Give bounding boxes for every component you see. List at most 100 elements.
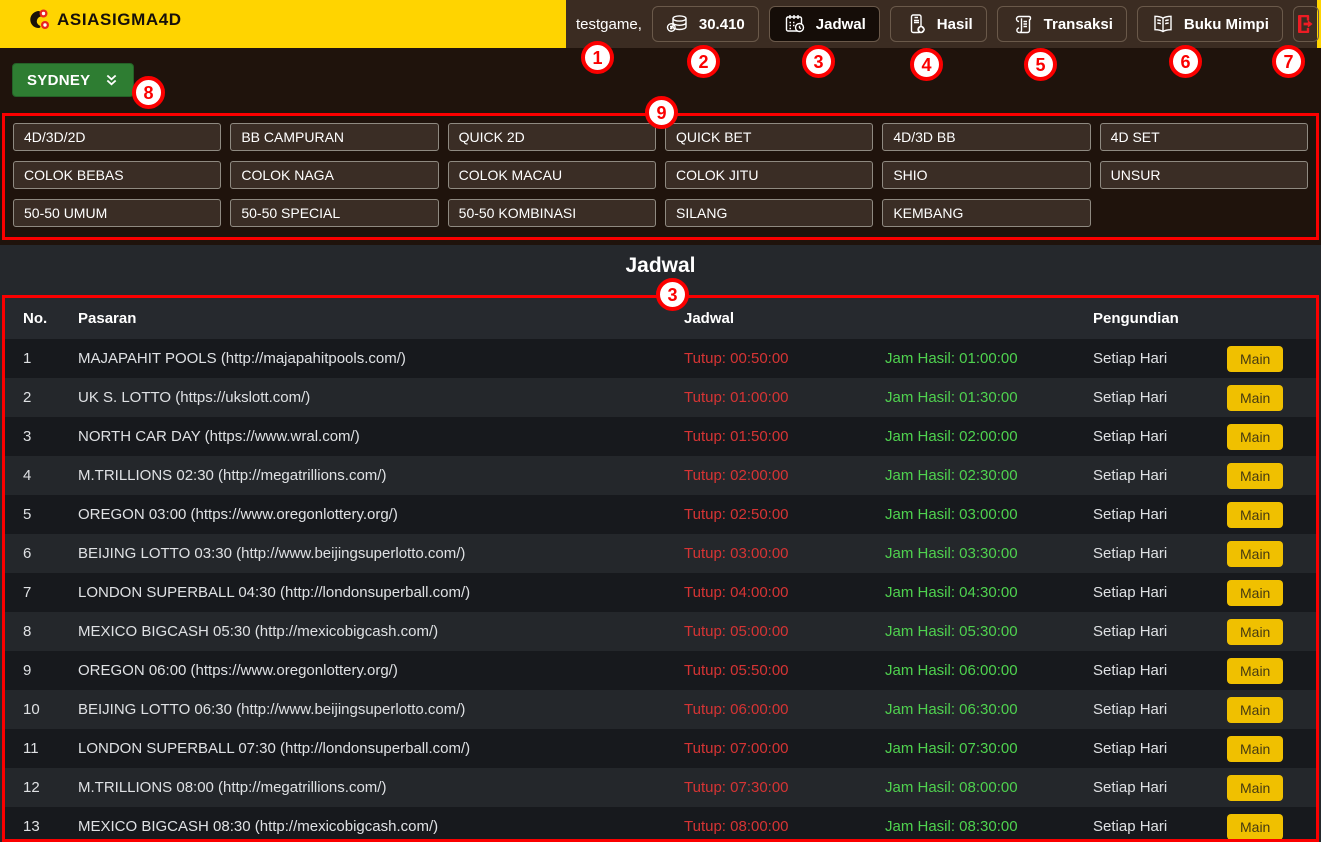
column-header-no: No. (5, 298, 60, 339)
annotation-badge: 5 (1024, 48, 1057, 81)
game-type-button[interactable]: 4D/3D/2D (13, 123, 221, 151)
logout-button[interactable] (1293, 6, 1319, 42)
draw-schedule: Setiap Hari (1075, 339, 1209, 378)
result-time: Jam Hasil: 02:30:00 (867, 456, 1075, 495)
row-number: 3 (5, 417, 60, 456)
nav-buku-mimpi-button[interactable]: Buku Mimpi (1137, 6, 1283, 42)
main-button[interactable]: Main (1227, 736, 1283, 762)
game-buttons-grid: 4D/3D/2D BB CAMPURAN QUICK 2D QUICK BET 4D/3… (2, 113, 1319, 240)
column-header-action-spacer (1209, 298, 1316, 339)
game-type-button[interactable]: SHIO (882, 161, 1090, 189)
game-type-button[interactable]: QUICK BET (665, 123, 873, 151)
annotation-badge: 6 (1169, 45, 1202, 78)
annotation-badge: 4 (910, 48, 943, 81)
row-number: 12 (5, 768, 60, 807)
close-time: Tutup: 01:00:00 (666, 378, 867, 417)
username-label: testgame, (576, 16, 642, 33)
nav-buku-mimpi-label: Buku Mimpi (1184, 16, 1269, 33)
close-time: Tutup: 07:30:00 (666, 768, 867, 807)
game-type-button[interactable]: QUICK 2D (448, 123, 656, 151)
table-row: 3 NORTH CAR DAY (https://www.wral.com/) … (5, 417, 1316, 456)
result-time: Jam Hasil: 03:30:00 (867, 534, 1075, 573)
result-time: Jam Hasil: 08:00:00 (867, 768, 1075, 807)
main-button[interactable]: Main (1227, 580, 1283, 606)
game-type-button[interactable]: KEMBANG (882, 199, 1090, 227)
main-button[interactable]: Main (1227, 502, 1283, 528)
annotation-badge: 8 (132, 76, 165, 109)
game-type-button[interactable]: 50-50 UMUM (13, 199, 221, 227)
game-type-button[interactable]: 4D SET (1100, 123, 1308, 151)
main-button[interactable]: Main (1227, 541, 1283, 567)
column-header-pasaran: Pasaran (60, 298, 666, 339)
main-button[interactable]: Main (1227, 346, 1283, 372)
row-number: 9 (5, 651, 60, 690)
schedule-table: No. Pasaran Jadwal Pengundian 1 MAJAPAHI… (5, 298, 1316, 842)
game-type-button[interactable]: COLOK NAGA (230, 161, 438, 189)
row-number: 1 (5, 339, 60, 378)
balance-value: 30.410 (699, 16, 745, 33)
annotation-badge: 7 (1272, 45, 1305, 78)
annotation-badge: 3 (656, 278, 689, 311)
action-cell: Main (1209, 690, 1316, 729)
game-type-button[interactable]: 50-50 KOMBINASI (448, 199, 656, 227)
main-button[interactable]: Main (1227, 463, 1283, 489)
result-time: Jam Hasil: 01:30:00 (867, 378, 1075, 417)
nav-jadwal-label: Jadwal (816, 16, 866, 33)
draw-schedule: Setiap Hari (1075, 534, 1209, 573)
row-number: 7 (5, 573, 60, 612)
action-cell: Main (1209, 768, 1316, 807)
action-cell: Main (1209, 495, 1316, 534)
close-time: Tutup: 04:00:00 (666, 573, 867, 612)
game-type-button[interactable]: BB CAMPURAN (230, 123, 438, 151)
open-book-icon (1151, 12, 1175, 36)
column-header-pengundian: Pengundian (1075, 298, 1209, 339)
game-type-button[interactable]: 50-50 SPECIAL (230, 199, 438, 227)
main-button[interactable]: Main (1227, 385, 1283, 411)
market-name: MAJAPAHIT POOLS (http://majapahitpools.c… (60, 339, 666, 378)
main-button[interactable]: Main (1227, 424, 1283, 450)
main-button[interactable]: Main (1227, 697, 1283, 723)
close-time: Tutup: 07:00:00 (666, 729, 867, 768)
game-type-button[interactable]: UNSUR (1100, 161, 1308, 189)
market-name: BEIJING LOTTO 06:30 (http://www.beijings… (60, 690, 666, 729)
main-button[interactable]: Main (1227, 658, 1283, 684)
game-type-button[interactable]: SILANG (665, 199, 873, 227)
market-name: OREGON 03:00 (https://www.oregonlottery.… (60, 495, 666, 534)
action-cell: Main (1209, 534, 1316, 573)
top-bar: ASIASIGMA4D testgame, 30.410 Jadwal (0, 0, 1321, 48)
main-button[interactable]: Main (1227, 619, 1283, 645)
main-button[interactable]: Main (1227, 814, 1283, 840)
game-type-button[interactable]: COLOK JITU (665, 161, 873, 189)
main-button[interactable]: Main (1227, 775, 1283, 801)
game-type-button[interactable]: 4D/3D BB (882, 123, 1090, 151)
nav-jadwal-button[interactable]: Jadwal (769, 6, 880, 42)
phone-result-icon (904, 12, 928, 36)
market-name: MEXICO BIGCASH 08:30 (http://mexicobigca… (60, 807, 666, 842)
market-selector-button[interactable]: SYDNEY (12, 63, 134, 97)
table-row: 1 MAJAPAHIT POOLS (http://majapahitpools… (5, 339, 1316, 378)
action-cell: Main (1209, 807, 1316, 842)
action-cell: Main (1209, 729, 1316, 768)
action-cell: Main (1209, 651, 1316, 690)
draw-schedule: Setiap Hari (1075, 378, 1209, 417)
double-chevron-down-icon (104, 73, 119, 88)
draw-schedule: Setiap Hari (1075, 651, 1209, 690)
table-row: 5 OREGON 03:00 (https://www.oregonlotter… (5, 495, 1316, 534)
game-type-button[interactable]: COLOK MACAU (448, 161, 656, 189)
action-cell: Main (1209, 417, 1316, 456)
row-number: 8 (5, 612, 60, 651)
draw-schedule: Setiap Hari (1075, 573, 1209, 612)
schedule-table-body: 1 MAJAPAHIT POOLS (http://majapahitpools… (5, 339, 1316, 842)
top-navigation: testgame, 30.410 Jadwal (566, 0, 1317, 48)
close-time: Tutup: 01:50:00 (666, 417, 867, 456)
table-row: 10 BEIJING LOTTO 06:30 (http://www.beiji… (5, 690, 1316, 729)
row-number: 4 (5, 456, 60, 495)
table-row: 11 LONDON SUPERBALL 07:30 (http://london… (5, 729, 1316, 768)
result-time: Jam Hasil: 06:30:00 (867, 690, 1075, 729)
draw-schedule: Setiap Hari (1075, 768, 1209, 807)
balance-button[interactable]: 30.410 (652, 6, 759, 42)
nav-hasil-button[interactable]: Hasil (890, 6, 987, 42)
nav-transaksi-button[interactable]: Transaksi (997, 6, 1127, 42)
game-type-button[interactable]: COLOK BEBAS (13, 161, 221, 189)
annotation-badge: 1 (581, 41, 614, 74)
